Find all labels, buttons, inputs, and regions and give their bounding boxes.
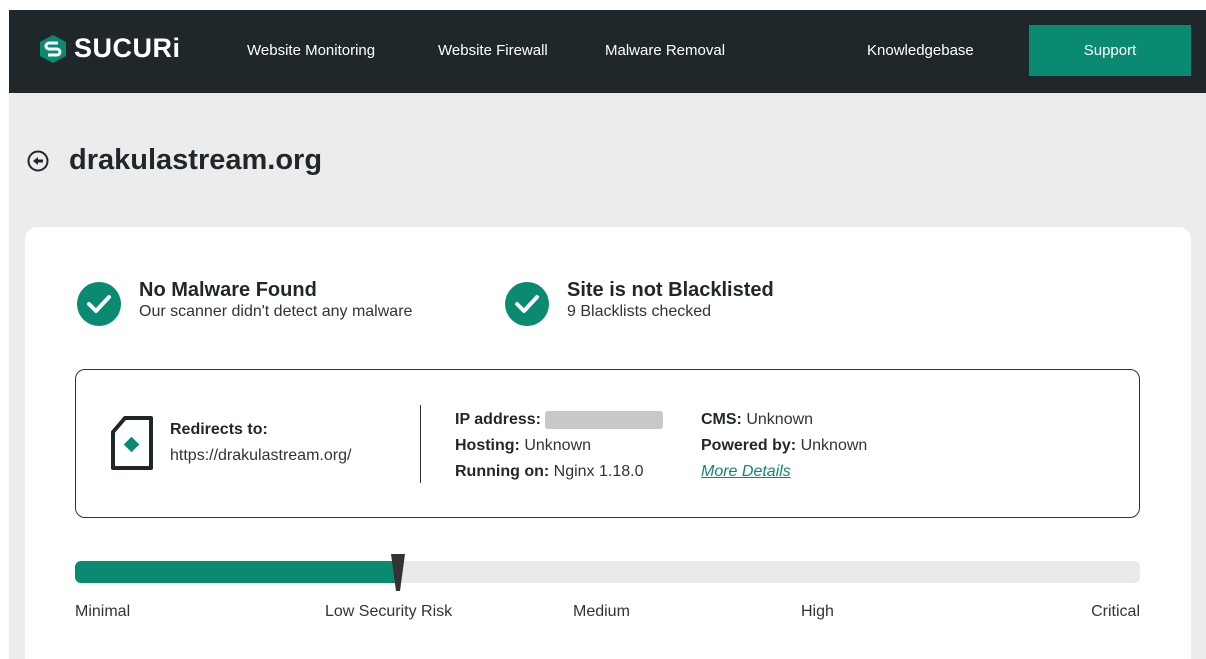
cms-value: Unknown bbox=[746, 411, 814, 428]
page: SUCURi Website Monitoring Website Firewa… bbox=[9, 10, 1206, 659]
blacklist-status-subtitle: 9 Blacklists checked bbox=[567, 303, 712, 320]
support-button[interactable]: Support bbox=[1029, 25, 1191, 76]
ip-row: IP address: bbox=[455, 407, 663, 433]
back-arrow-icon[interactable] bbox=[27, 150, 49, 172]
risk-labels: Minimal Low Security Risk Medium High Cr… bbox=[75, 603, 1140, 625]
nav-malware-removal[interactable]: Malware Removal bbox=[605, 42, 725, 59]
running-label: Running on: bbox=[455, 463, 550, 480]
powered-value: Unknown bbox=[800, 437, 868, 454]
running-row: Running on: Nginx 1.18.0 bbox=[455, 459, 663, 485]
malware-status-subtitle: Our scanner didn't detect any malware bbox=[139, 303, 413, 320]
more-details-link[interactable]: More Details bbox=[701, 463, 791, 480]
check-circle-icon bbox=[505, 282, 549, 326]
risk-marker-icon bbox=[391, 554, 405, 591]
hosting-label: Hosting: bbox=[455, 437, 520, 454]
risk-label-minimal: Minimal bbox=[75, 603, 131, 620]
risk-meter-fill bbox=[75, 561, 398, 583]
check-circle-icon bbox=[77, 282, 121, 326]
redirect-url: https://drakulastream.org/ bbox=[170, 447, 352, 464]
site-details-box: Redirects to: https://drakulastream.org/… bbox=[75, 369, 1140, 518]
cms-label: CMS: bbox=[701, 411, 742, 428]
sucuri-logo[interactable]: SUCURi bbox=[38, 33, 181, 64]
powered-row: Powered by: Unknown bbox=[701, 433, 867, 459]
hosting-row: Hosting: Unknown bbox=[455, 433, 663, 459]
server-info: IP address: Hosting: Unknown Running on:… bbox=[455, 407, 663, 485]
nav-knowledgebase[interactable]: Knowledgebase bbox=[867, 42, 974, 59]
cms-info: CMS: Unknown Powered by: Unknown More De… bbox=[701, 407, 867, 485]
nav-website-monitoring[interactable]: Website Monitoring bbox=[247, 42, 375, 59]
ip-label: IP address: bbox=[455, 411, 541, 428]
risk-label-low: Low Security Risk bbox=[325, 603, 453, 620]
malware-status: No Malware Found Our scanner didn't dete… bbox=[77, 279, 412, 326]
hosting-value: Unknown bbox=[524, 437, 592, 454]
ip-redacted bbox=[544, 410, 663, 429]
blacklist-status: Site is not Blacklisted 9 Blacklists che… bbox=[505, 279, 774, 326]
malware-status-title: No Malware Found bbox=[139, 279, 317, 301]
page-title: drakulastream.org bbox=[69, 144, 323, 176]
details-divider bbox=[420, 405, 421, 483]
risk-meter bbox=[75, 554, 1140, 591]
risk-label-critical: Critical bbox=[1091, 603, 1140, 620]
scan-result-card: No Malware Found Our scanner didn't dete… bbox=[25, 227, 1191, 659]
brand-name: SUCURi bbox=[74, 33, 181, 63]
blacklist-status-title: Site is not Blacklisted bbox=[567, 279, 774, 301]
site-document-icon bbox=[111, 416, 153, 470]
sucuri-logo-icon bbox=[40, 34, 66, 63]
cms-row: CMS: Unknown bbox=[701, 407, 867, 433]
top-navigation-bar: SUCURi Website Monitoring Website Firewa… bbox=[9, 10, 1206, 93]
powered-label: Powered by: bbox=[701, 437, 797, 454]
nav-website-firewall[interactable]: Website Firewall bbox=[438, 42, 548, 59]
risk-label-high: High bbox=[801, 603, 834, 620]
risk-label-medium: Medium bbox=[573, 603, 630, 620]
running-value: Nginx 1.18.0 bbox=[553, 463, 644, 480]
redirect-label: Redirects to: bbox=[170, 421, 268, 438]
